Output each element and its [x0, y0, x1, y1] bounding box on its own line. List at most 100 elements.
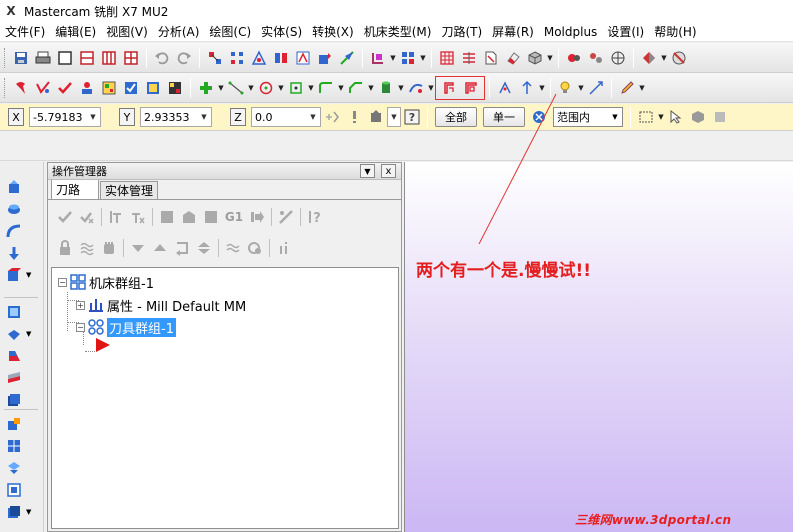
- trim-double-icon[interactable]: [461, 78, 481, 98]
- shading-icon[interactable]: [639, 48, 659, 68]
- dropdown-arrow-icon[interactable]: ▼: [389, 108, 399, 126]
- select-all-ops-icon[interactable]: [54, 206, 76, 228]
- x-coord-field[interactable]: -5.79183 ▼: [29, 107, 101, 127]
- dropdown-arrow-icon[interactable]: ▼: [308, 108, 318, 126]
- dropdown-arrow-icon[interactable]: ▼: [277, 78, 285, 98]
- page-icon[interactable]: [481, 48, 501, 68]
- backplot-icon[interactable]: [143, 78, 163, 98]
- z-coord-label[interactable]: Z: [230, 108, 246, 126]
- move-up-icon[interactable]: [149, 237, 171, 259]
- shell-icon[interactable]: ▼: [4, 323, 40, 345]
- grid-icon[interactable]: [437, 48, 457, 68]
- post-g1-icon[interactable]: G1: [222, 206, 246, 228]
- wave-icon[interactable]: [222, 237, 244, 259]
- xform-translate-icon[interactable]: [517, 78, 537, 98]
- simulate-ops-icon[interactable]: [200, 206, 222, 228]
- menu-screen[interactable]: 屏幕(R): [487, 22, 539, 42]
- dropdown-arrow-icon[interactable]: ▼: [307, 78, 315, 98]
- toolpath-group-icon[interactable]: [398, 48, 418, 68]
- select-invalid-ops-icon[interactable]: [76, 206, 98, 228]
- light-icon[interactable]: [556, 78, 576, 98]
- menu-create[interactable]: 绘图(C): [204, 22, 256, 42]
- menu-edit[interactable]: 编辑(E): [50, 22, 101, 42]
- operation-defaults-icon[interactable]: [33, 78, 53, 98]
- trim-solid-icon[interactable]: [4, 367, 40, 389]
- tab-toolpaths[interactable]: 刀路: [51, 179, 99, 199]
- dropdown-arrow-icon[interactable]: ▼: [419, 48, 427, 68]
- analyze-dynamic-icon[interactable]: [337, 48, 357, 68]
- lock-icon[interactable]: [54, 237, 76, 259]
- sweep-icon[interactable]: [4, 220, 40, 242]
- draft-icon[interactable]: [4, 345, 40, 367]
- post-icon[interactable]: [165, 78, 185, 98]
- exclamation-icon[interactable]: [344, 107, 364, 127]
- tree-item-tool-group[interactable]: − 刀具群组-1: [76, 317, 176, 337]
- regenerate-dirty-icon[interactable]: [127, 206, 149, 228]
- dropdown-arrow-icon[interactable]: ▼: [217, 78, 225, 98]
- mode-dropdown[interactable]: ▼: [387, 107, 401, 127]
- fillet-icon[interactable]: [316, 78, 336, 98]
- line-icon[interactable]: [226, 78, 246, 98]
- menu-settings[interactable]: 设置(I): [602, 22, 649, 42]
- dropdown-arrow-icon[interactable]: ▼: [367, 78, 375, 98]
- menu-solids[interactable]: 实体(S): [256, 22, 307, 42]
- hide-icon[interactable]: [669, 48, 689, 68]
- circle-target-icon[interactable]: [244, 237, 266, 259]
- viewport-quad-icon[interactable]: [121, 48, 141, 68]
- hook-icon[interactable]: [586, 48, 606, 68]
- menu-toolpaths[interactable]: 刀路(T): [436, 22, 487, 42]
- circle-icon[interactable]: [256, 78, 276, 98]
- menu-analyze[interactable]: 分析(A): [153, 22, 205, 42]
- dimension-icon[interactable]: [586, 78, 606, 98]
- viewport-horizontal-split-icon[interactable]: [77, 48, 97, 68]
- analyze-volume-icon[interactable]: [315, 48, 335, 68]
- lines-icon[interactable]: [459, 48, 479, 68]
- toolbar-grip[interactable]: [4, 47, 7, 68]
- dropdown-arrow-icon[interactable]: ▼: [427, 78, 435, 98]
- cylinder-icon[interactable]: [376, 78, 396, 98]
- combine-icon[interactable]: [4, 413, 40, 435]
- trim-single-icon[interactable]: [439, 78, 459, 98]
- menu-moldplus[interactable]: Moldplus: [539, 22, 602, 42]
- viewport-single-icon[interactable]: [55, 48, 75, 68]
- dropdown-arrow-icon[interactable]: ▼: [610, 108, 620, 126]
- point-icon[interactable]: [196, 78, 216, 98]
- delete-ops-icon[interactable]: [275, 206, 297, 228]
- dropdown-arrow-icon[interactable]: ▼: [538, 78, 546, 98]
- select-all-button[interactable]: 全部: [435, 107, 477, 127]
- y-coord-label[interactable]: Y: [119, 108, 135, 126]
- help-ops-icon[interactable]: ?: [304, 206, 326, 228]
- toggle-posting-icon[interactable]: [76, 237, 98, 259]
- viewport-vertical-split-icon[interactable]: [99, 48, 119, 68]
- split-icon[interactable]: [4, 457, 40, 479]
- window-select-icon[interactable]: [636, 107, 656, 127]
- selection-cursor-icon[interactable]: [529, 107, 549, 127]
- cube-view-icon[interactable]: [525, 48, 545, 68]
- dropdown-arrow-icon[interactable]: ▼: [389, 48, 397, 68]
- plugin-icon[interactable]: [564, 48, 584, 68]
- dropdown-arrow-icon[interactable]: ▼: [546, 48, 554, 68]
- analyze-contour-icon[interactable]: [249, 48, 269, 68]
- fillet-solid-icon[interactable]: [4, 301, 40, 323]
- analyze-entity-icon[interactable]: [205, 48, 225, 68]
- face-select-icon[interactable]: [710, 107, 730, 127]
- panel-close-button[interactable]: x: [381, 164, 396, 178]
- selection-range-select[interactable]: 范围内 ▼: [553, 107, 623, 127]
- dropdown-arrow-icon[interactable]: ▼: [337, 78, 345, 98]
- eraser-icon[interactable]: [503, 48, 523, 68]
- fast-point-icon[interactable]: [366, 107, 386, 127]
- tab-solids[interactable]: 实体管理: [100, 181, 159, 199]
- solid-more-icon[interactable]: ▼: [4, 501, 40, 523]
- spacer-icon[interactable]: [273, 237, 295, 259]
- analyze-angle-icon[interactable]: [271, 48, 291, 68]
- surface-icon[interactable]: [406, 78, 426, 98]
- regenerate-ops-icon[interactable]: [105, 206, 127, 228]
- print-icon[interactable]: [33, 48, 53, 68]
- layout-icon[interactable]: [4, 435, 40, 457]
- solid-select-icon[interactable]: [688, 107, 708, 127]
- dropdown-arrow-icon[interactable]: ▼: [660, 48, 668, 68]
- save-icon[interactable]: [11, 48, 31, 68]
- dropdown-arrow-icon[interactable]: ▼: [199, 108, 209, 126]
- z-coord-field[interactable]: 0.0 ▼: [251, 107, 321, 127]
- redo-icon[interactable]: [174, 48, 194, 68]
